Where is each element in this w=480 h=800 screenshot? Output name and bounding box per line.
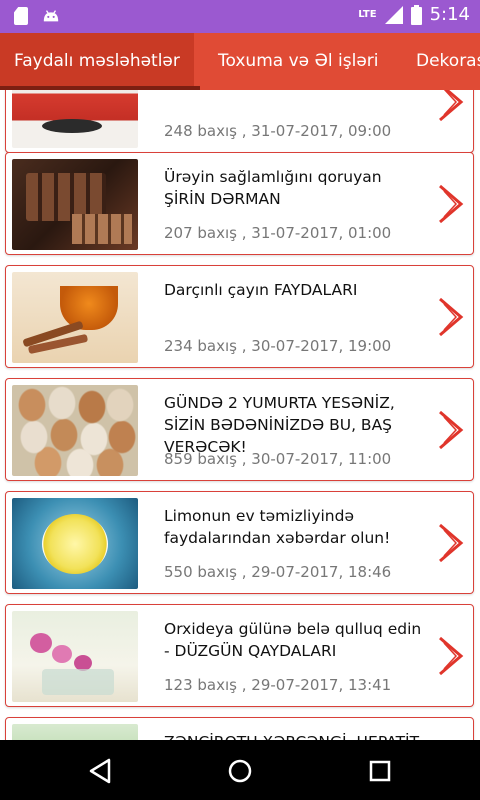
chevron-right-icon[interactable] xyxy=(435,409,465,451)
signal-icon xyxy=(384,5,403,24)
chevron-right-icon[interactable] xyxy=(435,296,465,338)
chevron-right-icon[interactable] xyxy=(435,183,465,225)
article-title: Orxideya gülünə belə qulluq edin - DÜZGÜ… xyxy=(164,620,422,660)
article-list[interactable]: 248 baxış , 31-07-2017, 09:00 Ürəyin sağ… xyxy=(0,90,480,740)
article-card[interactable]: ZƏNCİROTU XƏRÇƏNGİ, HEPATİT xyxy=(5,717,474,740)
article-card[interactable]: GÜNDƏ 2 YUMURTA YESƏNİZ, SİZİN BƏDƏNİNİZ… xyxy=(5,378,474,481)
article-card[interactable]: 248 baxış , 31-07-2017, 09:00 xyxy=(5,90,474,153)
system-navigation-bar xyxy=(0,740,480,800)
battery-icon xyxy=(410,4,422,25)
article-thumbnail xyxy=(12,90,138,148)
article-card[interactable]: Orxideya gülünə belə qulluq edin - DÜZGÜ… xyxy=(5,604,474,707)
article-thumbnail xyxy=(12,611,138,702)
chevron-right-icon[interactable] xyxy=(435,522,465,564)
article-title: ZƏNCİROTU XƏRÇƏNGİ, HEPATİT xyxy=(164,731,424,740)
article-meta: 123 baxış , 29-07-2017, 13:41 xyxy=(164,676,392,694)
clock: 5:14 xyxy=(429,4,470,25)
article-meta: 234 baxış , 30-07-2017, 19:00 xyxy=(164,337,392,355)
article-thumbnail xyxy=(12,159,138,250)
article-meta: 207 baxış , 31-07-2017, 01:00 xyxy=(164,224,392,242)
article-meta: 550 baxış , 29-07-2017, 18:46 xyxy=(164,563,392,581)
tab-faydali-meslehetler[interactable]: Faydalı məsləhətlər xyxy=(0,33,194,90)
article-card[interactable]: Darçınlı çayın FAYDALARI 234 baxış , 30-… xyxy=(5,265,474,368)
article-card[interactable]: Ürəyin sağlamlığını qoruyan ŞİRİN DƏRMAN… xyxy=(5,152,474,255)
article-meta: 248 baxış , 31-07-2017, 09:00 xyxy=(164,122,392,140)
article-card[interactable]: Limonun ev təmizliyində faydalarından xə… xyxy=(5,491,474,594)
article-title: Limonun ev təmizliyində faydalarından xə… xyxy=(164,507,391,547)
article-title: GÜNDƏ 2 YUMURTA YESƏNİZ, SİZİN BƏDƏNİNİZ… xyxy=(164,394,395,456)
article-meta: 859 baxış , 30-07-2017, 11:00 xyxy=(164,450,392,468)
home-icon[interactable] xyxy=(225,756,255,786)
chevron-right-icon[interactable] xyxy=(435,635,465,677)
lte-label: LTE xyxy=(358,9,377,20)
category-tab-bar: Faydalı məsləhətlər Toxuma və Əl işləri … xyxy=(0,33,480,90)
android-icon xyxy=(43,10,59,22)
article-title: Darçınlı çayın FAYDALARI xyxy=(164,281,358,299)
article-thumbnail xyxy=(12,385,138,476)
sd-card-icon xyxy=(14,7,28,25)
tab-toxuma-ve-el-isleri[interactable]: Toxuma və Əl işləri xyxy=(218,33,379,90)
tab-dekorasiya[interactable]: Dekoras xyxy=(416,33,480,90)
back-icon[interactable] xyxy=(85,756,115,786)
chevron-right-icon[interactable] xyxy=(435,90,465,123)
article-thumbnail xyxy=(12,498,138,589)
article-thumbnail xyxy=(12,272,138,363)
article-title: Ürəyin sağlamlığını qoruyan ŞİRİN DƏRMAN xyxy=(164,168,382,208)
recents-icon[interactable] xyxy=(365,756,395,786)
article-thumbnail xyxy=(12,724,138,740)
status-bar: LTE 5:14 xyxy=(0,0,480,33)
